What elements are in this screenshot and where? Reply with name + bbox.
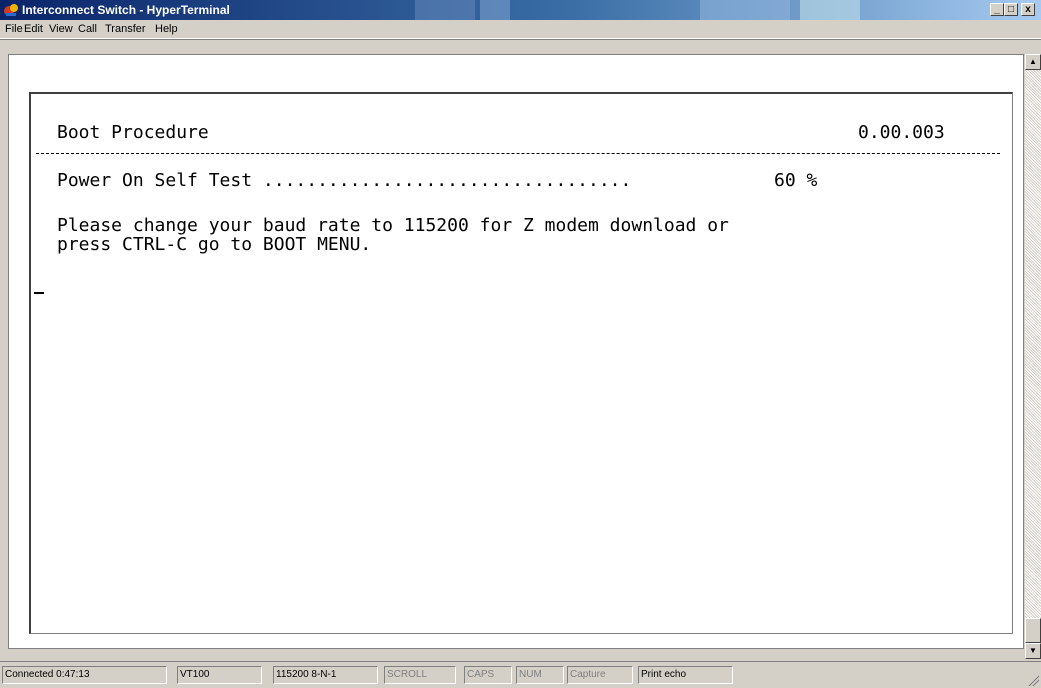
vertical-scrollbar[interactable]: ▲ ▼ bbox=[1025, 54, 1041, 659]
maximize-icon: □ bbox=[1007, 4, 1015, 15]
status-num: NUM bbox=[516, 666, 564, 684]
terminal-window[interactable] bbox=[8, 54, 1024, 649]
menu-edit[interactable]: Edit bbox=[24, 22, 43, 36]
post-progress: 60 % bbox=[774, 170, 818, 191]
close-icon: x bbox=[1025, 4, 1031, 15]
menu-bar: File Edit View Call Transfer Help bbox=[0, 20, 1041, 39]
menu-call[interactable]: Call bbox=[78, 22, 97, 36]
scrollbar-thumb[interactable] bbox=[1025, 618, 1041, 643]
status-bar: Connected 0:47:13 VT100 115200 8-N-1 SCR… bbox=[0, 661, 1041, 688]
message-line-2: press CTRL-C go to BOOT MENU. bbox=[57, 234, 372, 255]
terminal-cursor bbox=[34, 292, 44, 294]
maximize-button[interactable]: □ bbox=[1004, 3, 1018, 16]
resize-grip-icon[interactable] bbox=[1027, 674, 1039, 686]
message-line-1: Please change your baud rate to 115200 f… bbox=[57, 215, 729, 236]
minimize-button[interactable]: _ bbox=[990, 3, 1004, 16]
header-divider bbox=[36, 153, 1000, 154]
status-connected: Connected 0:47:13 bbox=[2, 666, 167, 684]
boot-procedure-title: Boot Procedure bbox=[57, 122, 209, 143]
toolbar-strip bbox=[0, 39, 1041, 54]
menu-transfer[interactable]: Transfer bbox=[105, 22, 146, 36]
scroll-down-button[interactable]: ▼ bbox=[1025, 643, 1041, 659]
window-title: Interconnect Switch - HyperTerminal bbox=[22, 3, 230, 17]
menu-file[interactable]: File bbox=[5, 22, 23, 36]
status-caps: CAPS bbox=[464, 666, 512, 684]
post-line: Power On Self Test .....................… bbox=[57, 170, 632, 191]
menu-help[interactable]: Help bbox=[155, 22, 178, 36]
hyperterminal-app-icon[interactable] bbox=[3, 2, 19, 18]
firmware-version: 0.00.003 bbox=[858, 122, 945, 143]
status-scroll: SCROLL bbox=[384, 666, 456, 684]
arrow-up-icon: ▲ bbox=[1029, 57, 1037, 66]
minimize-icon: _ bbox=[994, 4, 1000, 15]
menu-view[interactable]: View bbox=[49, 22, 73, 36]
scroll-up-button[interactable]: ▲ bbox=[1025, 54, 1041, 70]
status-port-settings: 115200 8-N-1 bbox=[273, 666, 378, 684]
status-print-echo: Print echo bbox=[638, 666, 733, 684]
close-button[interactable]: x bbox=[1021, 3, 1035, 16]
title-bar[interactable]: Interconnect Switch - HyperTerminal _ □ … bbox=[0, 0, 1041, 20]
status-capture: Capture bbox=[567, 666, 633, 684]
arrow-down-icon: ▼ bbox=[1029, 646, 1037, 655]
status-emulation: VT100 bbox=[177, 666, 262, 684]
